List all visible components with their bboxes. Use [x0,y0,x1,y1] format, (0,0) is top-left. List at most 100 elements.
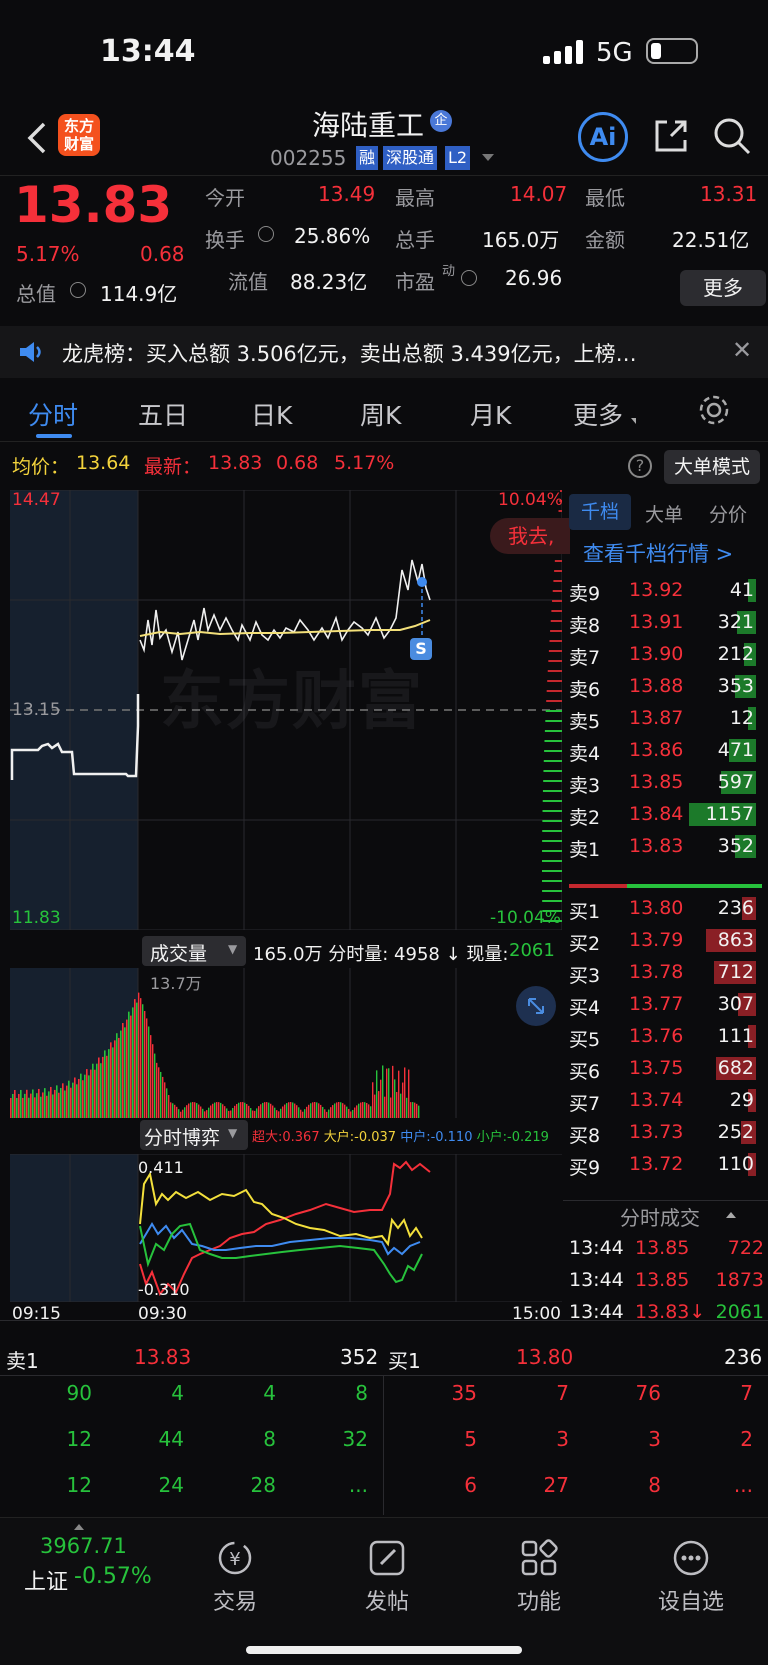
volume-bar [120,1030,122,1118]
volume-bar [202,1108,204,1118]
tab-daily-k[interactable]: 日K [251,396,292,432]
caret-down-icon[interactable] [482,154,494,161]
volume-selector[interactable]: 成交量 ▼ [142,936,246,966]
volume-bar [376,1070,378,1118]
book-tab-big-order[interactable]: 大单 [645,500,683,527]
volume-value: 165.0万 [482,228,560,252]
bid-row[interactable]: 买7 13.74 29 [563,1084,768,1118]
volume-bar [240,1102,242,1118]
back-button[interactable] [24,120,54,154]
depth-tick [548,650,562,652]
index-ticker[interactable]: 3967.71 上证 -0.57% [0,1518,152,1618]
avg-label: 均价： [12,456,70,478]
ask-row[interactable]: 卖9 13.92 41 [563,574,768,608]
top-bar: 东方 财富 海陆重工 企 002255 融 深股通 L2 Ai [0,104,768,176]
game-selector[interactable]: 分时博弈 ▼ [140,1120,248,1150]
depth-tick [542,820,562,822]
bid-level-label: 买1 [569,901,601,923]
volume-bar [226,1108,228,1118]
volume-bar [134,999,136,1118]
volume-bar [402,1082,404,1118]
ask-row[interactable]: 卖2 13.84 1157 [563,798,768,832]
bid-row[interactable]: 买6 13.75 682 [563,1052,768,1086]
bid-row[interactable]: 买1 13.80 236 [563,892,768,926]
dropdown-caret-icon: ▼ [228,942,238,956]
view-depth-link[interactable]: 查看千档行情 > [583,538,733,568]
more-button[interactable]: 更多 [680,270,766,306]
volume-bar [284,1104,286,1118]
tab-intraday[interactable]: 分时 [28,396,78,432]
watermark: 东方财富 [160,665,424,739]
ask-row[interactable]: 卖1 13.83 352 [563,830,768,864]
tab-monthly-k[interactable]: 月K [470,396,511,432]
bid-row[interactable]: 买8 13.73 252 [563,1116,768,1150]
bid-row[interactable]: 买2 13.79 863 [563,924,768,958]
volume-bar [220,1102,222,1118]
bid-row[interactable]: 买3 13.78 712 [563,956,768,990]
volume-bar [176,1106,178,1118]
nav-functions[interactable]: 功能 [484,1538,594,1616]
close-icon[interactable]: ✕ [732,336,752,364]
ask-row[interactable]: 卖7 13.90 212 [563,638,768,672]
volume-bar [22,1097,24,1118]
expand-icon[interactable] [516,986,556,1026]
trades-title[interactable]: 分时成交 [620,1202,700,1231]
notice-banner[interactable]: 龙虎榜：买入总额 3.506亿元，卖出总额 3.439亿元，上榜… ✕ [0,326,768,378]
bid-volume: 863 [717,929,754,951]
bid-price: 13.75 [629,1057,684,1079]
search-button[interactable] [712,116,752,160]
bid-row[interactable]: 买5 13.76 111 [563,1020,768,1054]
ai-button[interactable]: Ai [578,112,628,162]
trade-price: 13.85 [635,1237,690,1259]
bid-row[interactable]: 买9 13.72 110 [563,1148,768,1182]
ask-row[interactable]: 卖4 13.86 471 [563,734,768,768]
open-value: 13.49 [318,182,376,206]
price-chart[interactable]: 东方财富 S 14.47 13.15 11.83 10.04% -10.04% … [10,489,570,931]
volume-bar [144,1011,146,1118]
ask-row[interactable]: 卖5 13.87 12 [563,702,768,736]
game-selector-label: 分时博弈 [144,1127,221,1149]
volume-bar [180,1111,182,1118]
volume-bar [38,1088,40,1118]
volume-bar [84,1074,86,1118]
ask-row[interactable]: 卖6 13.88 353 [563,670,768,704]
nav-post[interactable]: 发帖 [332,1538,442,1616]
signal-marker-s[interactable]: S [410,638,432,660]
y-axis-top: 14.47 [12,490,61,510]
ask-volume: 471 [717,739,754,761]
info-icon[interactable] [258,226,274,242]
book-tab-depth[interactable]: 千档 [569,494,631,530]
y-axis-mid: 13.15 [12,700,61,720]
ask-row[interactable]: 卖3 13.85 597 [563,766,768,800]
volume-bar [116,1033,118,1118]
nav-post-label: 发帖 [364,1590,409,1615]
goto-bubble[interactable]: 我去, [490,518,570,554]
book-tab-price-dist[interactable]: 分价 [709,500,747,527]
help-icon[interactable]: ? [628,454,652,478]
info-icon[interactable] [70,282,86,298]
mktcap-value: 114.9亿 [100,282,178,306]
game-chart[interactable]: 0.411 -0.310 [10,1153,562,1303]
tab-weekly-k[interactable]: 周K [360,396,401,432]
volume-bar [314,1102,316,1118]
bid-row[interactable]: 买4 13.77 307 [563,988,768,1022]
volume-bar [406,1097,408,1118]
current-volume: 2061 [509,940,555,961]
legend-mid: 中户:-0.110 [400,1130,473,1145]
tab-five-day[interactable]: 五日 [138,396,188,432]
volume-bar [246,1104,248,1118]
nav-trade[interactable]: ¥ 交易 [180,1538,290,1616]
volume-bar [258,1106,260,1118]
info-icon[interactable] [461,270,477,286]
volume-bar [312,1102,314,1118]
nav-add-watchlist[interactable]: 设自选 [636,1538,746,1616]
bid-volume: 252 [717,1121,754,1143]
queue-cell: 24 [158,1473,184,1497]
big-order-mode-button[interactable]: 大单模式 [664,450,760,484]
trade-volume: 722 [727,1237,764,1259]
share-button[interactable] [651,116,691,160]
ask-row[interactable]: 卖8 13.91 321 [563,606,768,640]
volume-chart[interactable]: 13.7万 [10,968,562,1118]
volume-bar [50,1086,52,1118]
tab-more[interactable]: 更多 [573,396,623,432]
